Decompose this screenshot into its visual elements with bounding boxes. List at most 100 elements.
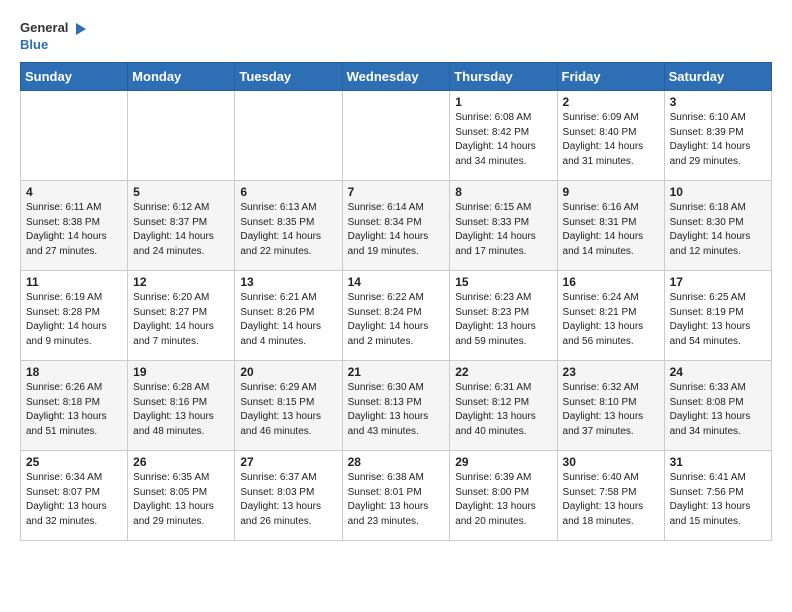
- weekday-header-row: SundayMondayTuesdayWednesdayThursdayFrid…: [21, 63, 772, 91]
- day-info: Sunrise: 6:26 AM Sunset: 8:18 PM Dayligh…: [26, 381, 122, 439]
- calendar-table: SundayMondayTuesdayWednesdayThursdayFrid…: [20, 62, 772, 541]
- logo-general: General: [20, 20, 68, 35]
- calendar-cell: 10 Sunrise: 6:18 AM Sunset: 8:30 PM Dayli…: [664, 181, 771, 271]
- calendar-week-row: 18Sunrise: 6:26 AM Sunset: 8:18 PM Dayli…: [21, 361, 772, 451]
- day-number: 2: [563, 95, 659, 109]
- day-number: 17: [670, 275, 766, 289]
- day-info: Sunrise: 6:14 AM Sunset: 8:34 PM Dayligh…: [348, 201, 445, 259]
- day-number: 22: [455, 365, 551, 379]
- day-info: Sunrise: 6:22 AM Sunset: 8:24 PM Dayligh…: [348, 291, 445, 349]
- calendar-cell: 14Sunrise: 6:22 AM Sunset: 8:24 PM Dayli…: [342, 271, 450, 361]
- calendar-cell: 30 Sunrise: 6:40 AM Sunset: 7:58 PM Dayli…: [557, 451, 664, 541]
- calendar-week-row: 25 Sunrise: 6:34 AM Sunset: 8:07 PM Dayli…: [21, 451, 772, 541]
- calendar-cell: [342, 91, 450, 181]
- day-number: 1: [455, 95, 551, 109]
- day-number: 9: [563, 185, 659, 199]
- day-info: Sunrise: 6:09 AM Sunset: 8:40 PM Dayligh…: [563, 111, 659, 169]
- day-number: 20: [240, 365, 336, 379]
- calendar-cell: [21, 91, 128, 181]
- day-number: 6: [240, 185, 336, 199]
- day-info: Sunrise: 6:08 AM Sunset: 8:42 PM Dayligh…: [455, 111, 551, 169]
- calendar-cell: 8 Sunrise: 6:15 AM Sunset: 8:33 PM Daylig…: [450, 181, 557, 271]
- day-info: Sunrise: 6:32 AM Sunset: 8:10 PM Dayligh…: [563, 381, 659, 439]
- weekday-header-thursday: Thursday: [450, 63, 557, 91]
- weekday-header-wednesday: Wednesday: [342, 63, 450, 91]
- calendar-cell: 2 Sunrise: 6:09 AM Sunset: 8:40 PM Daylig…: [557, 91, 664, 181]
- day-info: Sunrise: 6:28 AM Sunset: 8:16 PM Dayligh…: [133, 381, 229, 439]
- day-info: Sunrise: 6:15 AM Sunset: 8:33 PM Dayligh…: [455, 201, 551, 259]
- day-number: 4: [26, 185, 122, 199]
- day-number: 10: [670, 185, 766, 199]
- calendar-cell: 4 Sunrise: 6:11 AM Sunset: 8:38 PM Daylig…: [21, 181, 128, 271]
- calendar-cell: 1 Sunrise: 6:08 AM Sunset: 8:42 PM Daylig…: [450, 91, 557, 181]
- day-info: Sunrise: 6:12 AM Sunset: 8:37 PM Dayligh…: [133, 201, 229, 259]
- calendar-cell: 7 Sunrise: 6:14 AM Sunset: 8:34 PM Daylig…: [342, 181, 450, 271]
- day-number: 23: [563, 365, 659, 379]
- calendar-cell: 20 Sunrise: 6:29 AM Sunset: 8:15 PM Dayli…: [235, 361, 342, 451]
- day-number: 29: [455, 455, 551, 469]
- calendar-cell: 12Sunrise: 6:20 AM Sunset: 8:27 PM Dayli…: [128, 271, 235, 361]
- calendar-week-row: 4 Sunrise: 6:11 AM Sunset: 8:38 PM Daylig…: [21, 181, 772, 271]
- day-number: 27: [240, 455, 336, 469]
- day-number: 13: [240, 275, 336, 289]
- day-info: Sunrise: 6:38 AM Sunset: 8:01 PM Dayligh…: [348, 471, 445, 529]
- day-number: 28: [348, 455, 445, 469]
- day-number: 30: [563, 455, 659, 469]
- day-info: Sunrise: 6:40 AM Sunset: 7:58 PM Dayligh…: [563, 471, 659, 529]
- calendar-cell: 29 Sunrise: 6:39 AM Sunset: 8:00 PM Dayli…: [450, 451, 557, 541]
- day-info: Sunrise: 6:41 AM Sunset: 7:56 PM Dayligh…: [670, 471, 766, 529]
- calendar-cell: 25 Sunrise: 6:34 AM Sunset: 8:07 PM Dayli…: [21, 451, 128, 541]
- logo-blue: Blue: [20, 37, 48, 52]
- weekday-header-saturday: Saturday: [664, 63, 771, 91]
- calendar-cell: [128, 91, 235, 181]
- calendar-cell: 31 Sunrise: 6:41 AM Sunset: 7:56 PM Dayli…: [664, 451, 771, 541]
- calendar-cell: 9 Sunrise: 6:16 AM Sunset: 8:31 PM Daylig…: [557, 181, 664, 271]
- day-info: Sunrise: 6:20 AM Sunset: 8:27 PM Dayligh…: [133, 291, 229, 349]
- day-info: Sunrise: 6:30 AM Sunset: 8:13 PM Dayligh…: [348, 381, 445, 439]
- day-info: Sunrise: 6:33 AM Sunset: 8:08 PM Dayligh…: [670, 381, 766, 439]
- day-info: Sunrise: 6:13 AM Sunset: 8:35 PM Dayligh…: [240, 201, 336, 259]
- calendar-cell: 21 Sunrise: 6:30 AM Sunset: 8:13 PM Dayli…: [342, 361, 450, 451]
- calendar-cell: 18Sunrise: 6:26 AM Sunset: 8:18 PM Dayli…: [21, 361, 128, 451]
- calendar-cell: 28 Sunrise: 6:38 AM Sunset: 8:01 PM Dayli…: [342, 451, 450, 541]
- calendar-cell: 16Sunrise: 6:24 AM Sunset: 8:21 PM Dayli…: [557, 271, 664, 361]
- calendar-cell: 23 Sunrise: 6:32 AM Sunset: 8:10 PM Dayli…: [557, 361, 664, 451]
- calendar-week-row: 1 Sunrise: 6:08 AM Sunset: 8:42 PM Daylig…: [21, 91, 772, 181]
- day-number: 21: [348, 365, 445, 379]
- calendar-cell: [235, 91, 342, 181]
- weekday-header-sunday: Sunday: [21, 63, 128, 91]
- day-number: 5: [133, 185, 229, 199]
- calendar-cell: 26Sunrise: 6:35 AM Sunset: 8:05 PM Dayli…: [128, 451, 235, 541]
- day-info: Sunrise: 6:23 AM Sunset: 8:23 PM Dayligh…: [455, 291, 551, 349]
- calendar-cell: 24 Sunrise: 6:33 AM Sunset: 8:08 PM Dayli…: [664, 361, 771, 451]
- day-info: Sunrise: 6:34 AM Sunset: 8:07 PM Dayligh…: [26, 471, 122, 529]
- header: General Blue: [20, 20, 772, 52]
- day-info: Sunrise: 6:10 AM Sunset: 8:39 PM Dayligh…: [670, 111, 766, 169]
- calendar-cell: 19Sunrise: 6:28 AM Sunset: 8:16 PM Dayli…: [128, 361, 235, 451]
- day-info: Sunrise: 6:39 AM Sunset: 8:00 PM Dayligh…: [455, 471, 551, 529]
- day-info: Sunrise: 6:11 AM Sunset: 8:38 PM Dayligh…: [26, 201, 122, 259]
- weekday-header-tuesday: Tuesday: [235, 63, 342, 91]
- day-number: 3: [670, 95, 766, 109]
- calendar-cell: 27Sunrise: 6:37 AM Sunset: 8:03 PM Dayli…: [235, 451, 342, 541]
- logo: General Blue: [20, 20, 88, 52]
- day-number: 15: [455, 275, 551, 289]
- day-info: Sunrise: 6:18 AM Sunset: 8:30 PM Dayligh…: [670, 201, 766, 259]
- day-info: Sunrise: 6:24 AM Sunset: 8:21 PM Dayligh…: [563, 291, 659, 349]
- day-info: Sunrise: 6:16 AM Sunset: 8:31 PM Dayligh…: [563, 201, 659, 259]
- day-info: Sunrise: 6:19 AM Sunset: 8:28 PM Dayligh…: [26, 291, 122, 349]
- day-number: 8: [455, 185, 551, 199]
- day-info: Sunrise: 6:25 AM Sunset: 8:19 PM Dayligh…: [670, 291, 766, 349]
- day-number: 31: [670, 455, 766, 469]
- day-number: 24: [670, 365, 766, 379]
- day-info: Sunrise: 6:29 AM Sunset: 8:15 PM Dayligh…: [240, 381, 336, 439]
- calendar-cell: 13 Sunrise: 6:21 AM Sunset: 8:26 PM Dayli…: [235, 271, 342, 361]
- day-number: 25: [26, 455, 122, 469]
- day-number: 7: [348, 185, 445, 199]
- day-info: Sunrise: 6:21 AM Sunset: 8:26 PM Dayligh…: [240, 291, 336, 349]
- calendar-cell: 11Sunrise: 6:19 AM Sunset: 8:28 PM Dayli…: [21, 271, 128, 361]
- calendar-cell: 5 Sunrise: 6:12 AM Sunset: 8:37 PM Daylig…: [128, 181, 235, 271]
- weekday-header-monday: Monday: [128, 63, 235, 91]
- calendar-cell: 22Sunrise: 6:31 AM Sunset: 8:12 PM Dayli…: [450, 361, 557, 451]
- calendar-cell: 15 Sunrise: 6:23 AM Sunset: 8:23 PM Dayli…: [450, 271, 557, 361]
